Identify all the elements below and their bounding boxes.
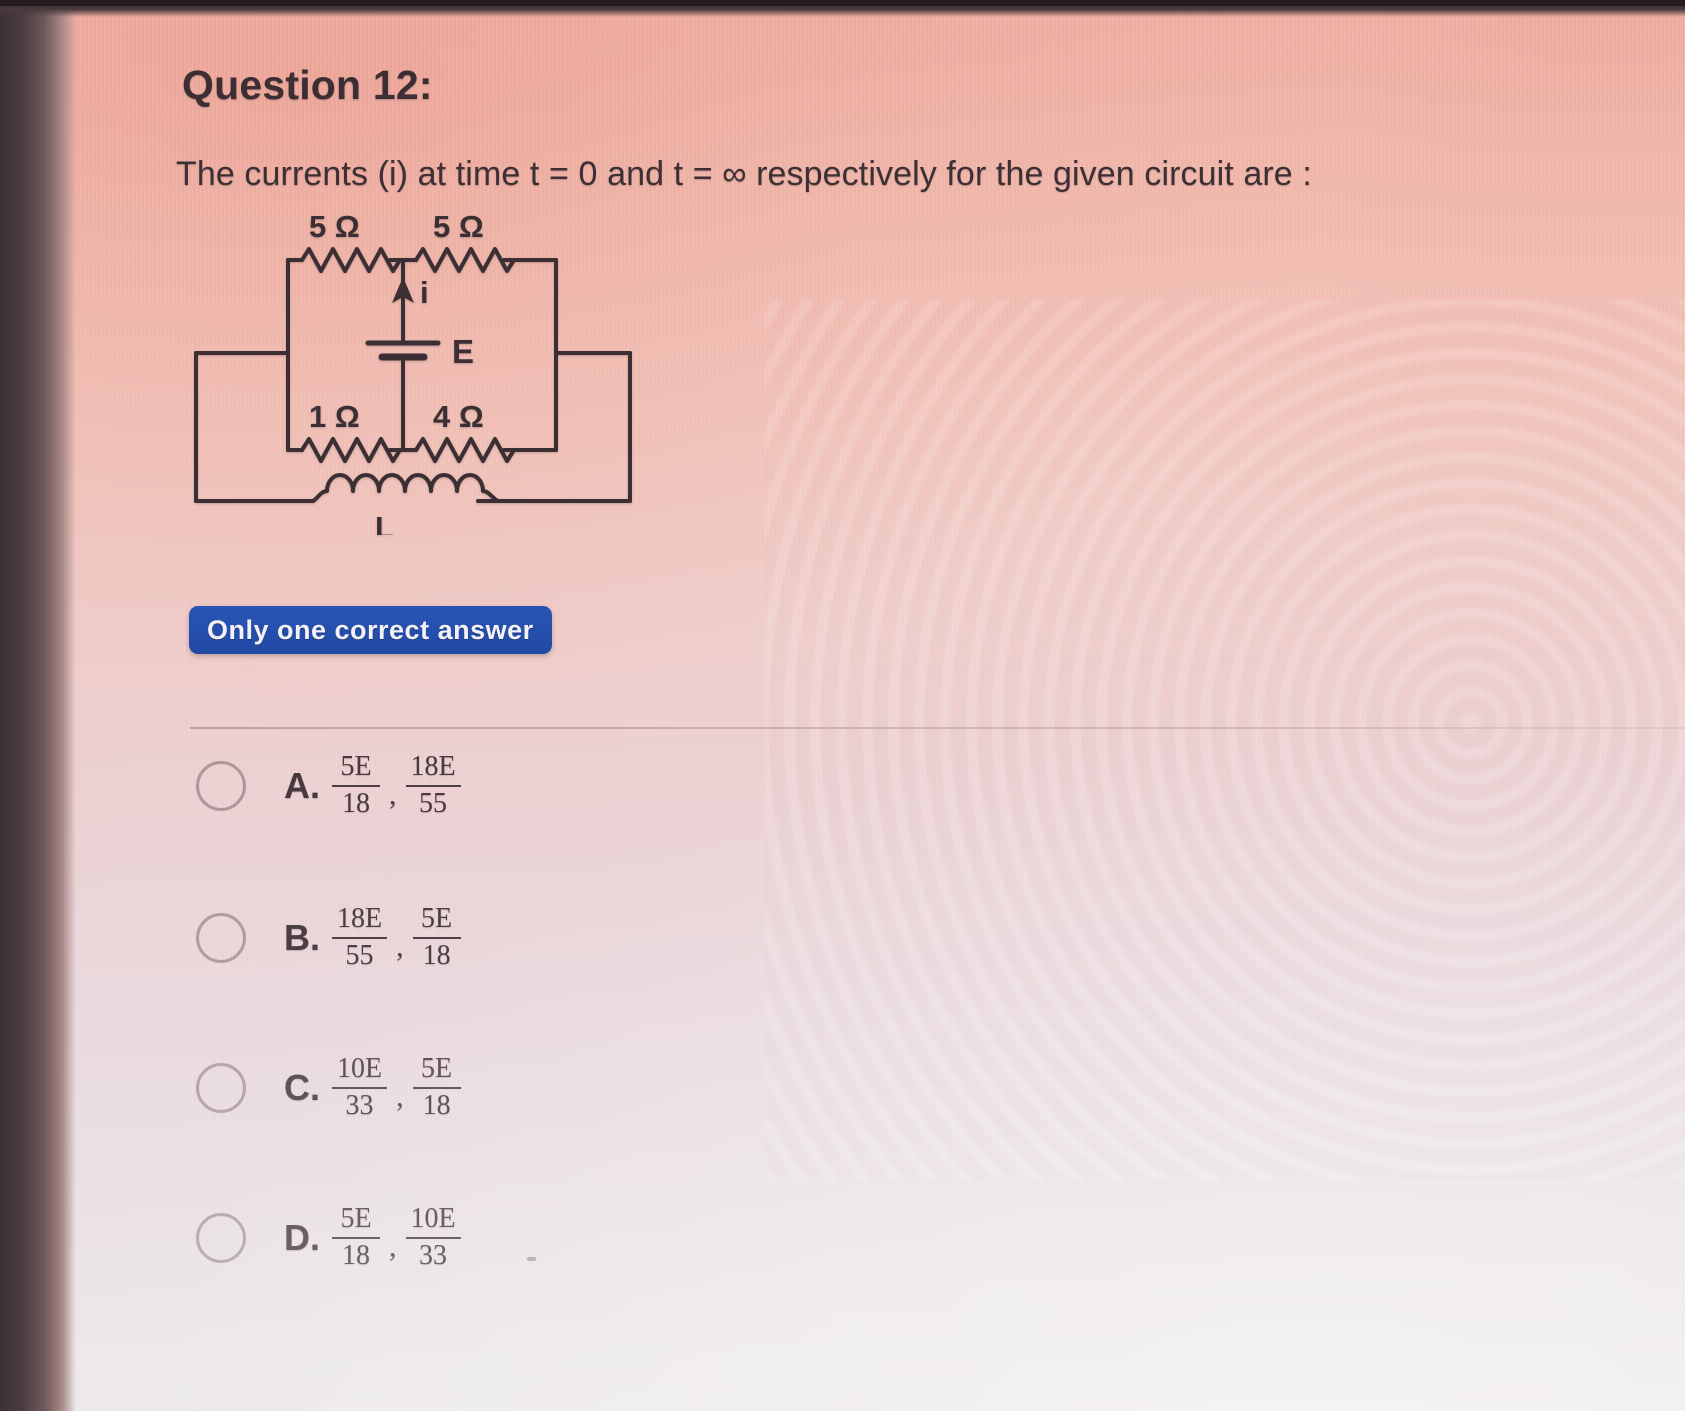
value-separator: , [389,778,397,811]
current-arrow-icon [392,277,414,332]
fraction-bar [405,1237,461,1239]
current-label: i [420,275,429,310]
fraction-bar [332,937,388,939]
fraction-denominator: 18 [342,1240,370,1271]
fraction-d-second: 10E 33 [405,1203,461,1271]
question-number-heading: Question 12: [182,62,433,108]
fraction-denominator: 55 [419,788,448,819]
fraction-numerator: 5E [421,903,453,935]
option-value-c: 10E 33 , 5E 18 [332,1055,461,1120]
question-statement: The currents (i) at time t = 0 and t = ∞… [176,155,1312,193]
fraction-denominator: 33 [345,1090,374,1121]
fraction-c-second: 5E 18 [412,1053,461,1121]
fraction-numerator: 10E [410,1203,456,1235]
value-separator: , [396,930,404,963]
option-letter-c: C. [284,1067,320,1108]
fraction-bar [405,785,461,787]
inductor-label: L [375,510,394,535]
radio-button-b[interactable] [196,913,246,963]
fraction-numerator: 18E [337,903,383,935]
option-row-b[interactable]: B. 18E 55 , 5E 18 [196,892,461,984]
circuit-diagram: 5 Ω 5 Ω 1 Ω 4 Ω i E L [178,205,648,535]
option-letter-d: D. [284,1217,320,1258]
fraction-numerator: 5E [340,1203,372,1235]
option-row-a[interactable]: A. 5E 18 , 18E 55 [196,740,461,832]
fraction-denominator: 18 [422,1090,451,1121]
radio-button-c[interactable] [196,1063,246,1113]
fraction-denominator: 18 [342,788,370,819]
radio-button-a[interactable] [196,761,246,811]
only-one-correct-answer-badge: Only one correct answer [189,606,552,654]
resistor-label-top-right: 5 Ω [433,209,484,244]
option-row-c[interactable]: C. 10E 33 , 5E 18 [196,1042,461,1134]
fraction-bar [412,1087,461,1089]
option-letter-b: B. [284,917,320,958]
fraction-c-first: 10E 33 [332,1053,388,1121]
options-divider [190,727,1685,729]
fraction-numerator: 5E [340,751,372,783]
fraction-a-second: 18E 55 [405,751,461,819]
fraction-numerator: 10E [337,1053,383,1085]
resistor-label-top-left: 5 Ω [309,209,360,244]
badge-label: Only one correct answer [207,614,534,645]
fraction-b-second: 5E 18 [412,903,461,971]
fraction-b-first: 18E 55 [332,903,388,971]
option-letter-a: A. [284,765,320,806]
fraction-d-first: 5E 18 [332,1205,380,1270]
option-value-d: 5E 18 , 10E 33 [332,1205,461,1270]
option-value-b: 18E 55 , 5E 18 [332,905,461,970]
fraction-denominator: 33 [419,1240,448,1271]
fraction-numerator: 18E [410,751,456,783]
fraction-bar [332,1087,388,1089]
fraction-a-first: 5E 18 [332,753,380,818]
value-separator: , [389,1230,397,1263]
fraction-bar [332,1237,380,1239]
fraction-bar [332,785,380,787]
battery-label: E [452,333,474,370]
fraction-numerator: 5E [421,1053,453,1085]
fraction-bar [412,937,461,939]
resistor-label-bottom-right: 4 Ω [433,399,484,434]
photo-speck [527,1257,536,1261]
option-value-a: 5E 18 , 18E 55 [332,753,461,818]
option-row-d[interactable]: D. 5E 18 , 10E 33 [196,1192,461,1284]
value-separator: , [396,1080,404,1113]
fraction-denominator: 18 [422,940,451,971]
radio-button-d[interactable] [196,1213,246,1263]
resistor-label-bottom-left: 1 Ω [309,399,360,434]
fraction-denominator: 55 [345,940,374,971]
